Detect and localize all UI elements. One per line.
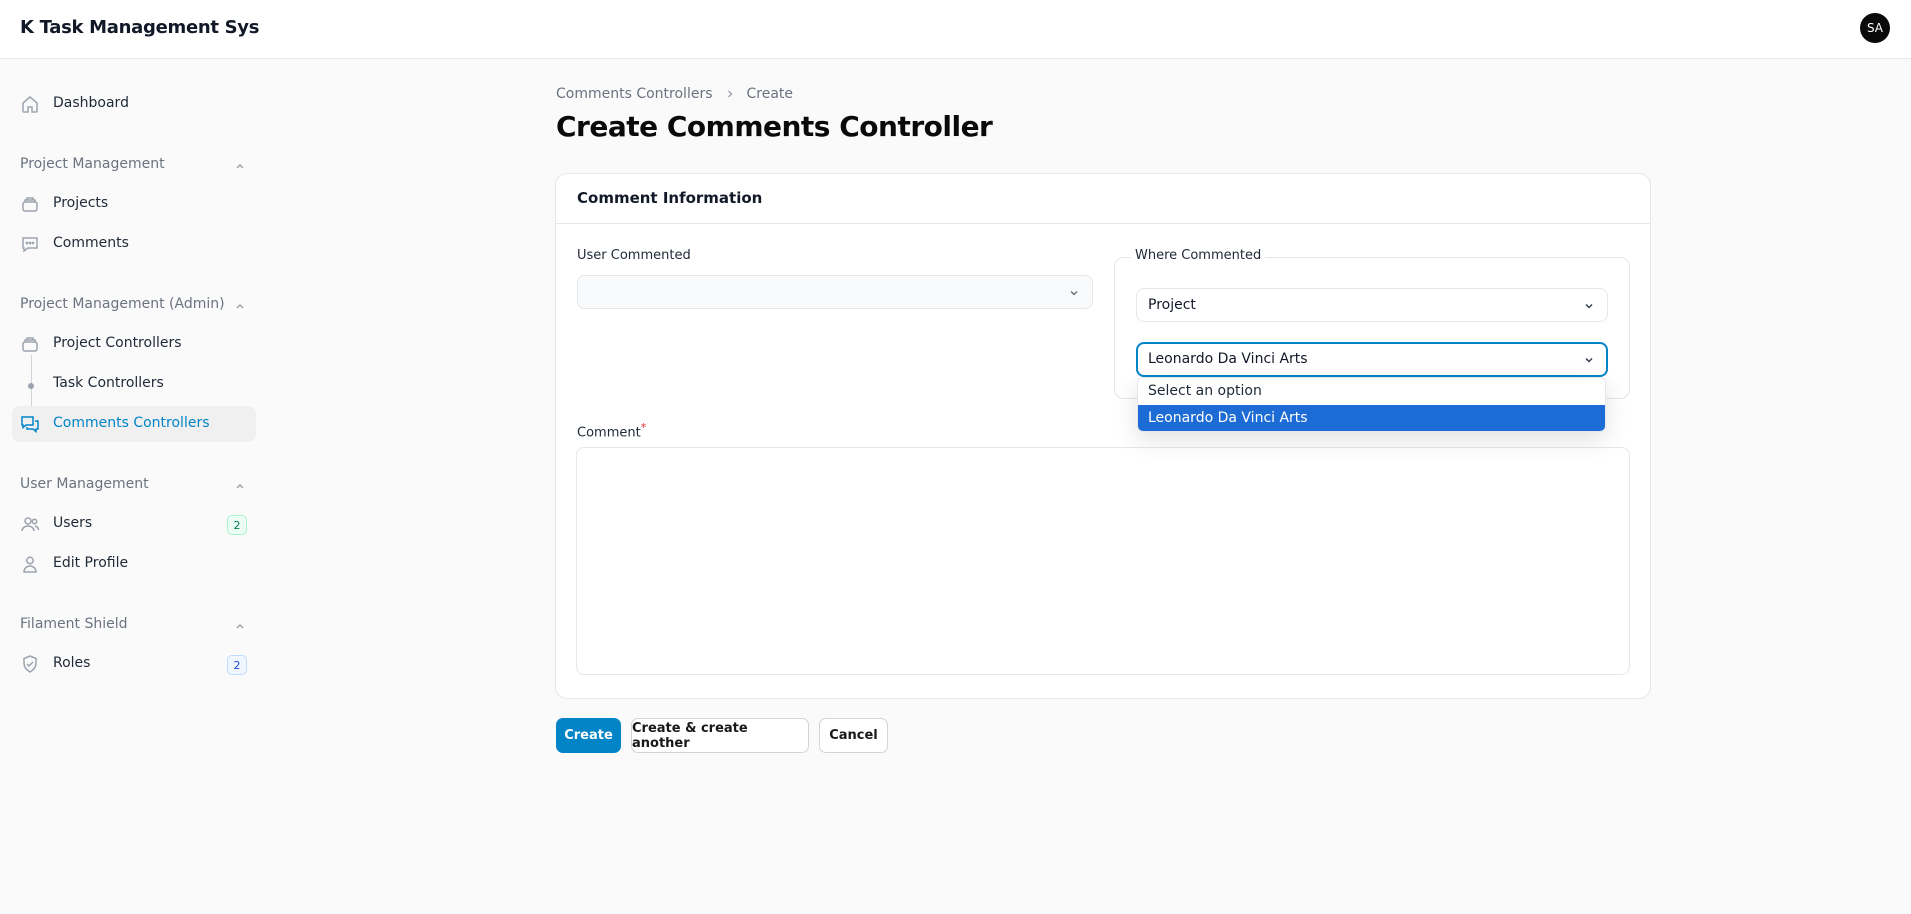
group-user-management[interactable]: User Management: [20, 476, 246, 496]
sidebar-item-comments-controllers[interactable]: Comments Controllers: [12, 406, 256, 442]
sidebar-item-label: Users: [53, 515, 93, 531]
sidebar: Dashboard Project Management Projects Co…: [0, 59, 270, 914]
group-project-management-admin[interactable]: Project Management (Admin): [20, 296, 246, 316]
cancel-button[interactable]: Cancel: [819, 718, 888, 753]
sidebar-item-task-controllers[interactable]: Task Controllers: [12, 366, 256, 402]
chevron-down-icon: [1585, 357, 1593, 363]
user-commented-label: User Commented: [577, 248, 691, 263]
chat-bubbles-icon: [21, 416, 39, 434]
where-commented-legend: Where Commented: [1131, 248, 1266, 263]
page-title: Create Comments Controller: [556, 110, 993, 143]
option-label: Leonardo Da Vinci Arts: [1148, 410, 1308, 426]
comment-textarea[interactable]: [576, 447, 1630, 675]
app-brand[interactable]: K Task Management Sys: [20, 17, 259, 38]
stack-icon: [22, 197, 38, 212]
sidebar-item-dashboard[interactable]: Dashboard: [12, 86, 256, 122]
sidebar-item-label: Roles: [53, 655, 91, 671]
top-bar: K Task Management Sys SA: [0, 0, 1911, 59]
dropdown-option-selected[interactable]: Leonardo Da Vinci Arts: [1138, 405, 1605, 431]
comment-label: Comment*: [577, 421, 646, 440]
group-title: Project Management: [20, 156, 165, 172]
dropdown-option-placeholder[interactable]: Select an option: [1138, 378, 1605, 405]
user-avatar[interactable]: SA: [1860, 13, 1890, 43]
sidebar-item-roles[interactable]: Roles 2: [12, 646, 256, 682]
sidebar-item-label: Comments Controllers: [53, 415, 210, 431]
required-marker: *: [640, 421, 647, 434]
commentable-target-select[interactable]: Leonardo Da Vinci Arts: [1136, 342, 1608, 377]
sidebar-item-project-controllers[interactable]: Project Controllers: [12, 326, 256, 362]
section-title: Comment Information: [577, 189, 763, 207]
chevron-up-icon[interactable]: [234, 620, 246, 632]
commentable-type-select[interactable]: Project: [1136, 288, 1608, 322]
roles-count-badge: 2: [227, 655, 247, 675]
option-label: Select an option: [1148, 383, 1262, 399]
breadcrumb: Comments Controllers Create: [556, 86, 793, 102]
select-value: Project: [1148, 297, 1196, 313]
chevron-down-icon: [1585, 303, 1593, 309]
card-header: Comment Information: [556, 174, 1650, 224]
sidebar-item-label: Comments: [53, 235, 129, 251]
group-project-management[interactable]: Project Management: [20, 156, 246, 176]
sidebar-item-label: Dashboard: [53, 95, 129, 111]
sidebar-item-projects[interactable]: Projects: [12, 186, 256, 222]
chevron-up-icon[interactable]: [234, 160, 246, 172]
select-value: Leonardo Da Vinci Arts: [1148, 351, 1308, 367]
sidebar-item-label: Projects: [53, 195, 109, 211]
sidebar-item-label: Edit Profile: [53, 555, 129, 571]
sidebar-item-label: Project Controllers: [53, 335, 182, 351]
chevron-right-icon: [727, 90, 732, 98]
chevron-up-icon[interactable]: [234, 300, 246, 312]
sidebar-item-users[interactable]: Users 2: [12, 506, 256, 542]
shield-check-icon: [23, 655, 37, 673]
sidebar-item-edit-profile[interactable]: Edit Profile: [12, 546, 256, 582]
group-title: User Management: [20, 476, 149, 492]
group-title: Project Management (Admin): [20, 296, 225, 312]
sidebar-item-comments[interactable]: Comments: [12, 226, 256, 262]
home-icon: [22, 96, 38, 113]
chevron-up-icon[interactable]: [234, 480, 246, 492]
user-commented-select[interactable]: [577, 275, 1093, 309]
breadcrumb-parent-link[interactable]: Comments Controllers: [556, 86, 713, 102]
create-button[interactable]: Create: [556, 718, 621, 753]
sidebar-item-label: Task Controllers: [53, 375, 164, 391]
users-count-badge: 2: [227, 515, 247, 535]
chevron-down-icon: [1070, 290, 1078, 296]
chat-bubble-icon: [22, 237, 38, 253]
group-filament-shield[interactable]: Filament Shield: [20, 616, 246, 636]
breadcrumb-current: Create: [746, 86, 794, 102]
comment-information-card: Comment Information User Commented Where…: [555, 173, 1651, 699]
users-icon: [21, 517, 40, 532]
comment-label-text: Comment: [577, 425, 641, 441]
group-title: Filament Shield: [20, 616, 128, 632]
user-icon: [23, 556, 37, 573]
commentable-target-dropdown: Select an option Leonardo Da Vinci Arts: [1137, 377, 1606, 432]
create-another-button[interactable]: Create & create another: [631, 718, 809, 753]
stack-icon: [22, 337, 38, 352]
